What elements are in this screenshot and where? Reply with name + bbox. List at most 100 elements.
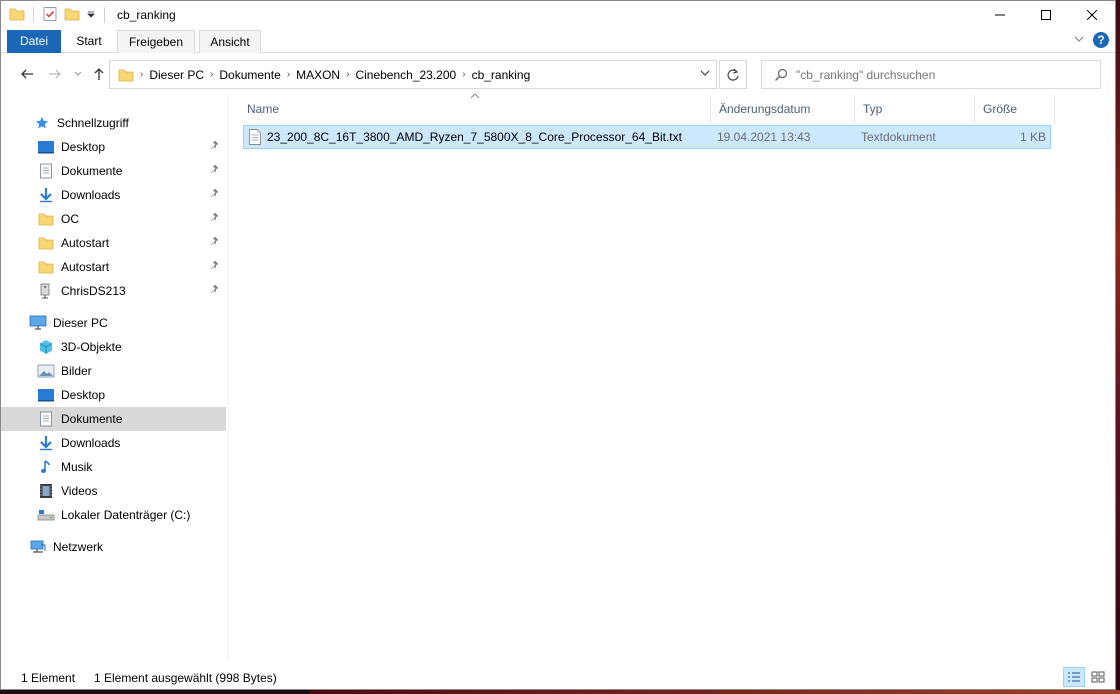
documents-icon bbox=[37, 163, 55, 179]
sidebar-item-lokaler-datentraeger[interactable]: Lokaler Datenträger (C:) bbox=[1, 503, 226, 527]
back-button[interactable] bbox=[17, 65, 37, 83]
pin-icon[interactable] bbox=[210, 188, 220, 201]
sidebar-item-3d-objekte[interactable]: 3D-Objekte bbox=[1, 335, 226, 359]
sidebar-item-desktop-quick[interactable]: Desktop bbox=[1, 135, 226, 159]
customize-toolbar-chevron-icon[interactable] bbox=[86, 8, 96, 22]
quick-access-toolbar bbox=[9, 6, 107, 24]
sidebar-item-autostart-2[interactable]: Autostart bbox=[1, 255, 226, 279]
maximize-icon bbox=[1041, 10, 1051, 20]
item-count: 1 Element bbox=[21, 671, 76, 685]
file-list: Name Änderungsdatum Typ Größe 23_200_8C_… bbox=[237, 93, 1115, 661]
up-button[interactable] bbox=[89, 65, 109, 83]
sidebar-item-musik[interactable]: Musik bbox=[1, 455, 226, 479]
column-header-name[interactable]: Name bbox=[239, 95, 711, 123]
tab-start[interactable]: Start bbox=[67, 30, 111, 53]
forward-button[interactable] bbox=[45, 65, 65, 83]
desktop-icon bbox=[37, 139, 55, 155]
sidebar-item-autostart-1[interactable]: Autostart bbox=[1, 231, 226, 255]
address-history-dropdown[interactable] bbox=[700, 68, 710, 81]
sidebar-item-label: Autostart bbox=[61, 260, 110, 274]
search-box[interactable] bbox=[761, 60, 1101, 89]
maximize-button[interactable] bbox=[1023, 1, 1069, 29]
sidebar-item-label: Bilder bbox=[61, 364, 92, 378]
pin-icon[interactable] bbox=[210, 164, 220, 177]
breadcrumb-dieser-pc[interactable]: Dieser PC bbox=[143, 68, 210, 82]
breadcrumb-cinebench[interactable]: Cinebench_23.200 bbox=[349, 68, 462, 82]
back-arrow-icon bbox=[21, 69, 33, 79]
minimize-button[interactable] bbox=[977, 1, 1023, 29]
text-file-icon bbox=[248, 129, 262, 145]
sidebar-item-schnellzugriff[interactable]: Schnellzugriff bbox=[1, 111, 226, 135]
column-header-size[interactable]: Größe bbox=[975, 95, 1055, 123]
search-icon bbox=[774, 68, 788, 82]
sidebar-item-downloads-pc[interactable]: Downloads bbox=[1, 431, 226, 455]
music-icon bbox=[37, 459, 55, 475]
sidebar-item-label: Downloads bbox=[61, 188, 121, 202]
sidebar-item-dokumente-quick[interactable]: Dokumente bbox=[1, 159, 226, 183]
sidebar-item-dieser-pc[interactable]: Dieser PC bbox=[1, 311, 226, 335]
documents-icon bbox=[37, 411, 55, 427]
table-row[interactable]: 23_200_8C_16T_3800_AMD_Ryzen_7_5800X_8_C… bbox=[243, 125, 1051, 149]
title-bar: cb_ranking bbox=[1, 1, 1115, 30]
status-bar: 1 Element 1 Element ausgewählt (998 Byte… bbox=[1, 663, 1115, 691]
selection-info: 1 Element ausgewählt (998 Bytes) bbox=[94, 671, 277, 685]
pin-icon[interactable] bbox=[210, 140, 220, 153]
address-bar[interactable]: › Dieser PC › Dokumente › MAXON › Cinebe… bbox=[109, 60, 717, 89]
pin-icon[interactable] bbox=[210, 236, 220, 249]
pin-icon[interactable] bbox=[210, 212, 220, 225]
folder-icon bbox=[37, 235, 55, 251]
sidebar-item-label: 3D-Objekte bbox=[61, 340, 122, 354]
recent-locations-button[interactable] bbox=[71, 65, 85, 83]
new-folder-icon[interactable] bbox=[64, 6, 80, 25]
sidebar-item-desktop-pc[interactable]: Desktop bbox=[1, 383, 226, 407]
this-pc-icon bbox=[29, 315, 47, 331]
refresh-icon bbox=[727, 68, 739, 81]
expand-ribbon-chevron-icon[interactable] bbox=[1073, 33, 1085, 48]
file-name: 23_200_8C_16T_3800_AMD_Ryzen_7_5800X_8_C… bbox=[267, 130, 682, 144]
sidebar-item-label: Schnellzugriff bbox=[57, 116, 129, 130]
sidebar-item-oc[interactable]: OC bbox=[1, 207, 226, 231]
sidebar-item-label: Lokaler Datenträger (C:) bbox=[61, 508, 191, 522]
sidebar-item-videos[interactable]: Videos bbox=[1, 479, 226, 503]
pin-icon[interactable] bbox=[210, 260, 220, 273]
chevron-down-icon bbox=[700, 70, 710, 76]
tab-datei[interactable]: Datei bbox=[7, 30, 61, 53]
refresh-button[interactable] bbox=[719, 60, 747, 89]
minimize-icon bbox=[995, 14, 1005, 16]
close-button[interactable] bbox=[1069, 1, 1115, 29]
help-icon[interactable]: ? bbox=[1093, 32, 1109, 48]
column-header-date[interactable]: Änderungsdatum bbox=[711, 95, 855, 123]
file-type: Textdokument bbox=[861, 130, 936, 144]
tab-freigeben[interactable]: Freigeben bbox=[117, 30, 195, 53]
properties-icon[interactable] bbox=[42, 6, 58, 25]
search-input[interactable] bbox=[796, 67, 1086, 82]
file-date: 19.04.2021 13:43 bbox=[717, 130, 811, 144]
local-disk-icon bbox=[37, 507, 55, 523]
sidebar-item-label: ChrisDS213 bbox=[61, 284, 126, 298]
window-title: cb_ranking bbox=[117, 8, 176, 22]
3d-objects-icon bbox=[37, 339, 55, 355]
large-icons-view-button[interactable] bbox=[1087, 667, 1109, 687]
breadcrumb-cb-ranking[interactable]: cb_ranking bbox=[466, 68, 537, 82]
sidebar-item-bilder[interactable]: Bilder bbox=[1, 359, 226, 383]
sidebar-item-downloads-quick[interactable]: Downloads bbox=[1, 183, 226, 207]
chevron-down-icon bbox=[74, 71, 82, 76]
sidebar-item-label: Musik bbox=[61, 460, 93, 474]
sidebar-item-netzwerk[interactable]: Netzwerk bbox=[1, 535, 226, 559]
breadcrumb-dokumente[interactable]: Dokumente bbox=[213, 68, 286, 82]
network-drive-icon bbox=[37, 283, 55, 299]
large-icons-view-icon bbox=[1091, 671, 1105, 683]
file-size: 1 KB bbox=[1019, 130, 1046, 144]
pin-icon[interactable] bbox=[210, 284, 220, 297]
navigation-pane: Schnellzugriff Desktop Dokumente Downloa… bbox=[1, 95, 229, 661]
breadcrumb-maxon[interactable]: MAXON bbox=[290, 68, 346, 82]
details-view-button[interactable] bbox=[1063, 667, 1085, 687]
column-header-type[interactable]: Typ bbox=[855, 95, 975, 123]
sidebar-item-chrisds213[interactable]: ChrisDS213 bbox=[1, 279, 226, 303]
up-arrow-icon bbox=[94, 68, 104, 80]
tab-ansicht[interactable]: Ansicht bbox=[199, 30, 261, 53]
sidebar-item-label: Dokumente bbox=[61, 164, 123, 178]
sidebar-item-label: Netzwerk bbox=[53, 540, 104, 554]
sidebar-item-dokumente-pc[interactable]: Dokumente bbox=[1, 407, 226, 431]
downloads-icon bbox=[37, 187, 55, 203]
